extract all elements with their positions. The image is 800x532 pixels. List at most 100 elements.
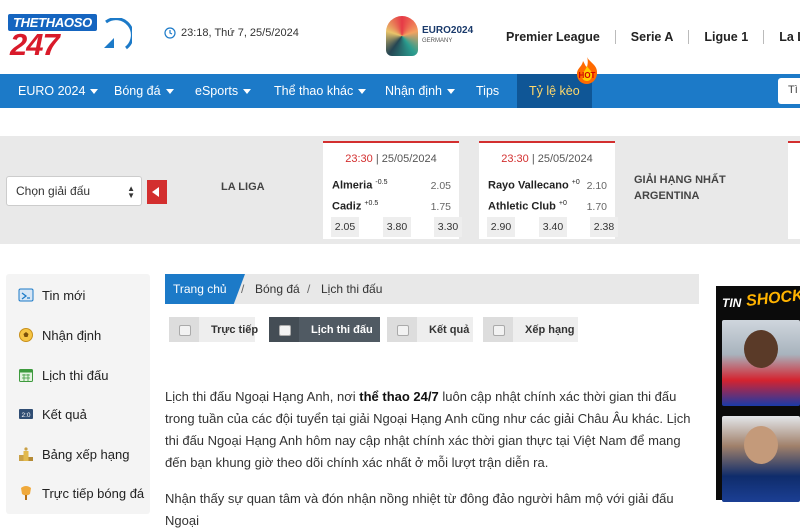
breadcrumb-bong-da[interactable]: Bóng đá [255,282,300,296]
home-handicap: +0 [571,179,580,186]
sidebar-item-ket-qua[interactable]: 2:0 Kết quả [18,404,87,424]
nav-label: eSports [195,84,239,98]
sidebar-menu: Tin mới Nhận định Lịch thi đấu 2:0 Kết q… [6,274,150,514]
home-team: Rayo Vallecano +0 [488,179,580,192]
current-datetime: 23:18, Thứ 7, 25/5/2024 [164,27,299,39]
match-odds-card-partial[interactable] [788,141,800,239]
tab-truc-tiep[interactable]: Trực tiếp [169,317,259,342]
next-league-line1: GIẢI HẠNG NHẤT [634,174,726,186]
sidebar-item-truc-tiep-bong-da[interactable]: Trực tiếp bóng đá [18,483,144,503]
breadcrumb-home[interactable]: Trang chủ [165,274,245,304]
league-link-premier-league[interactable]: Premier League [490,30,616,44]
player-photo [744,426,778,464]
euro-logo-subtitle: GERMANY [422,38,453,44]
site-logo[interactable]: THETHAOSO 247 [6,12,132,62]
tin-shock-ad[interactable]: TIN SHOCK [716,286,800,502]
svg-text:2:0: 2:0 [21,412,30,419]
ad-thumbnail-image[interactable] [722,320,800,406]
result-tab-icon [387,317,417,342]
odd-box-draw[interactable]: 3.40 [539,217,567,237]
tab-label: Xếp hạng [525,324,575,336]
hot-badge-text: HOT [579,71,596,80]
search-input[interactable]: Tì [778,78,800,104]
sidebar-item-lich-thi-dau[interactable]: Lịch thi đấu [18,365,109,385]
odds-league-name: LA LIGA [221,181,265,193]
match-date: | 25/05/2024 [531,153,593,165]
article-body: Lịch thi đấu Ngoại Hạng Anh, nơi thể tha… [165,386,695,532]
away-team: Cadiz +0.5 [332,200,378,213]
chevron-down-icon [447,89,455,95]
article-p1-link[interactable]: thể thao 24/7 [359,389,438,404]
player-photo [744,330,778,368]
tab-label: Lịch thi đấu [311,324,373,336]
sidebar-item-tin-moi[interactable]: Tin mới [18,285,85,305]
nav-item-nhan-dinh[interactable]: Nhận định [385,74,455,108]
odd-box-draw[interactable]: 3.80 [383,217,411,237]
league-link-ligue-1[interactable]: Ligue 1 [689,30,765,44]
nav-item-the-thao-khac[interactable]: Thể thao khác [274,74,367,108]
odd-box-away[interactable]: 3.30 [434,217,462,237]
away-team: Athletic Club +0 [488,200,567,213]
live-icon [21,486,31,500]
away-team-name: Athletic Club [488,200,556,213]
next-league-name: GIẢI HẠNG NHẤT ARGENTINA [634,172,726,204]
home-odd: 2.10 [586,180,607,192]
away-team-name: Cadiz [332,200,362,213]
nav-label: Tỷ lệ kèo [529,84,580,98]
article-p1-before: Lịch thi đấu Ngoại Hạng Anh, nơi [165,389,360,404]
nav-label: Thể thao khác [274,84,354,98]
nav-label: EURO 2024 [18,84,86,98]
main-nav: EURO 2024 Bóng đá eSports Thể thao khác … [0,74,800,108]
sidebar-item-bang-xep-hang[interactable]: Bảng xếp hạng [18,444,129,464]
breadcrumb: Trang chủ / Bóng đá / Lịch thi đấu [165,274,699,304]
match-odds-card[interactable]: 23:30 | 25/05/2024 Almeria -0.5 2.05 Cad… [323,141,462,239]
match-kickoff: 23:30 [501,153,529,165]
nav-item-tips[interactable]: Tips [476,74,499,108]
nav-label: Bóng đá [114,84,161,98]
podium-icon [19,447,33,461]
league-select[interactable]: Chọn giải đấu ▲ ▼ [6,176,142,206]
chevron-down-icon [358,89,367,95]
nav-item-euro-2024[interactable]: EURO 2024 [18,74,99,108]
live-tab-icon [169,317,199,342]
home-handicap: -0.5 [375,179,388,186]
clock-icon [164,27,176,39]
calendar-tab-icon [269,317,299,342]
nav-item-esports[interactable]: eSports [195,74,252,108]
league-select-label: Chọn giải đấu [16,184,91,198]
match-odds-card[interactable]: 23:30 | 25/05/2024 Rayo Vallecano +0 2.1… [479,141,618,239]
logo-bottom-text: 247 [10,27,60,62]
odd-box-away[interactable]: 2.38 [590,217,618,237]
euro-2024-trophy-icon [386,16,418,56]
ad-label-shock: SHOCK [745,287,800,310]
hot-flame-icon: HOT [577,57,598,84]
away-handicap: +0 [558,200,567,207]
away-handicap: +0.5 [364,200,379,207]
nav-label: Tips [476,84,500,98]
scoreboard-icon: 2:0 [19,409,33,419]
article-paragraph: Nhận thấy sự quan tâm và đón nhận nồng n… [165,491,674,528]
league-link-serie-a[interactable]: Serie A [616,30,690,44]
sidebar-item-nhan-dinh[interactable]: Nhận định [18,325,101,345]
tab-xep-hang[interactable]: Xếp hạng [483,317,578,342]
select-arrows-icon: ▲ ▼ [127,184,135,200]
euro-2024-logo[interactable]: EURO2024 GERMANY [386,16,473,56]
match-kickoff: 23:30 [345,153,373,165]
sidebar-item-label: Bảng xếp hạng [42,446,130,462]
odd-box-home[interactable]: 2.05 [331,217,359,237]
breadcrumb-lich-thi-dau[interactable]: Lịch thi đấu [321,282,382,296]
ad-thumbnail-image[interactable] [722,416,800,502]
odd-box-home[interactable]: 2.90 [487,217,515,237]
odds-prev-button[interactable] [147,180,167,204]
news-icon [18,288,34,302]
tab-lich-thi-dau[interactable]: Lịch thi đấu [269,317,380,342]
tab-label: Trực tiếp [211,324,259,336]
tab-ket-qua[interactable]: Kết quả [387,317,473,342]
logo-swoosh-icon [104,18,132,50]
home-team-name: Almeria [332,179,373,192]
league-link-la-liga[interactable]: La Liga [764,30,800,44]
nav-item-bong-da[interactable]: Bóng đá [114,74,174,108]
chevron-down-icon [243,89,252,95]
calendar-icon [19,369,33,382]
sidebar-item-label: Kết quả [42,406,87,422]
